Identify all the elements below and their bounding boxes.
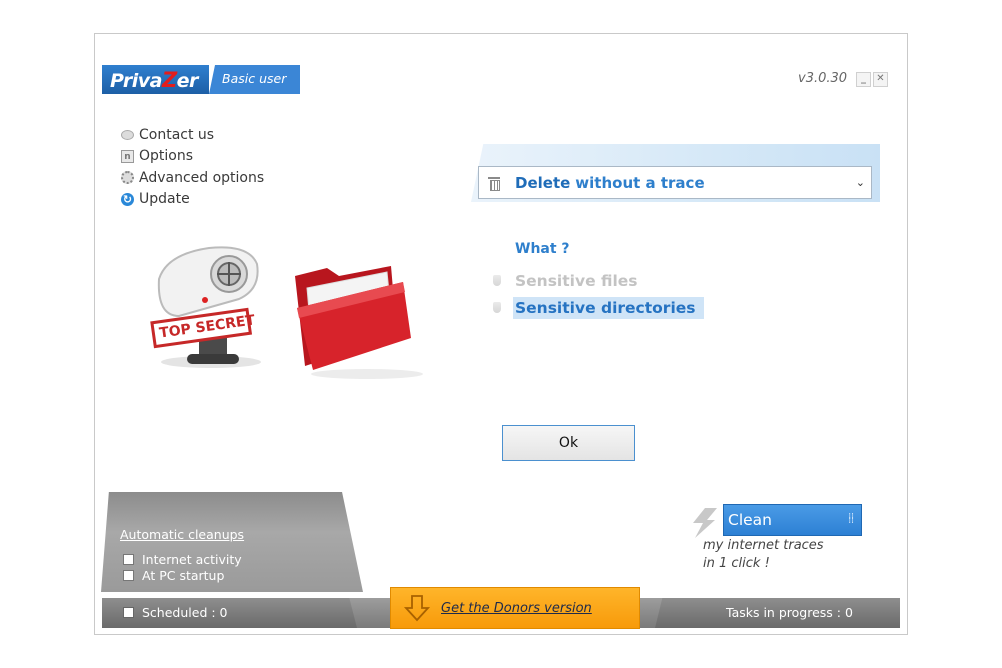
option-sensitive-files[interactable]: Sensitive files — [493, 269, 643, 293]
get-donors-version-button[interactable]: Get the Donors version — [390, 587, 640, 629]
menu-item-label: Update — [139, 191, 190, 208]
menu-item-label: Options — [139, 148, 194, 165]
checkbox-box — [123, 570, 134, 581]
privazer-logo: PrivaZer — [102, 65, 209, 94]
grip-icon: ⁞⁞ ⁞⁞ — [848, 512, 854, 526]
action-select-value-primary: Delete — [515, 173, 571, 192]
checkbox-label: At PC startup — [142, 568, 225, 583]
download-arrow-icon — [403, 595, 431, 622]
checkbox-box — [123, 607, 134, 618]
ok-button[interactable]: Ok — [502, 425, 635, 461]
security-camera-illustration — [150, 246, 261, 368]
pc-startup-checkbox[interactable]: At PC startup — [123, 568, 224, 583]
checkbox-label: Internet activity — [142, 552, 242, 567]
lightning-icon — [693, 508, 717, 538]
automatic-cleanups-link[interactable]: Automatic cleanups — [120, 527, 244, 542]
bullet-icon — [493, 302, 503, 314]
clean-button-label: Clean — [728, 511, 772, 529]
clean-button[interactable]: Clean ⁞⁞ ⁞⁞ — [723, 504, 862, 536]
privazer-window: PrivaZer Basic user v3.0.30 _ ✕ Contact … — [94, 33, 908, 635]
menu-item-update[interactable]: ↻ Update — [121, 189, 264, 211]
trash-icon — [487, 175, 501, 191]
menu-item-label: Contact us — [139, 126, 215, 143]
action-select[interactable]: Delete without a trace ⌄ — [478, 166, 872, 199]
menu-item-contact-us[interactable]: Contact us — [121, 124, 264, 146]
checkbox-box — [123, 554, 134, 565]
donors-link-label: Get the Donors version — [441, 600, 592, 616]
clean-description-line2: in 1 click ! — [703, 556, 770, 571]
update-icon: ↻ — [121, 192, 134, 206]
user-mode-badge[interactable]: Basic user — [209, 65, 300, 94]
option-label: Sensitive directories — [513, 297, 704, 319]
minimize-button[interactable]: _ — [856, 72, 871, 87]
what-heading: What ? — [515, 241, 570, 257]
option-sensitive-directories[interactable]: Sensitive directories — [493, 296, 704, 320]
bullet-icon — [493, 275, 503, 287]
red-folder-illustration — [295, 266, 423, 379]
version-label: v3.0.30 — [798, 71, 848, 86]
option-label: Sensitive files — [515, 272, 638, 290]
internet-activity-checkbox[interactable]: Internet activity — [123, 552, 242, 567]
options-icon: n — [121, 149, 134, 163]
chevron-down-icon: ⌄ — [855, 176, 865, 189]
side-menu: Contact us n Options Advanced options ↻ … — [121, 124, 264, 210]
clean-description-line1: my internet traces — [703, 538, 824, 553]
window-content: PrivaZer Basic user v3.0.30 _ ✕ Contact … — [101, 34, 901, 630]
close-button[interactable]: ✕ — [873, 72, 888, 87]
scheduled-label: Scheduled : 0 — [142, 605, 228, 620]
menu-item-label: Advanced options — [139, 169, 265, 186]
tasks-in-progress: Tasks in progress : 0 — [726, 605, 853, 620]
chat-icon — [121, 129, 134, 140]
action-select-value-secondary: without a trace — [575, 173, 705, 192]
scheduled-checkbox[interactable]: Scheduled : 0 — [123, 605, 228, 620]
clean-description: my internet traces in 1 click ! — [703, 537, 824, 573]
gear-icon — [121, 171, 134, 185]
menu-item-advanced-options[interactable]: Advanced options — [121, 167, 264, 189]
menu-item-options[interactable]: n Options — [121, 146, 264, 168]
